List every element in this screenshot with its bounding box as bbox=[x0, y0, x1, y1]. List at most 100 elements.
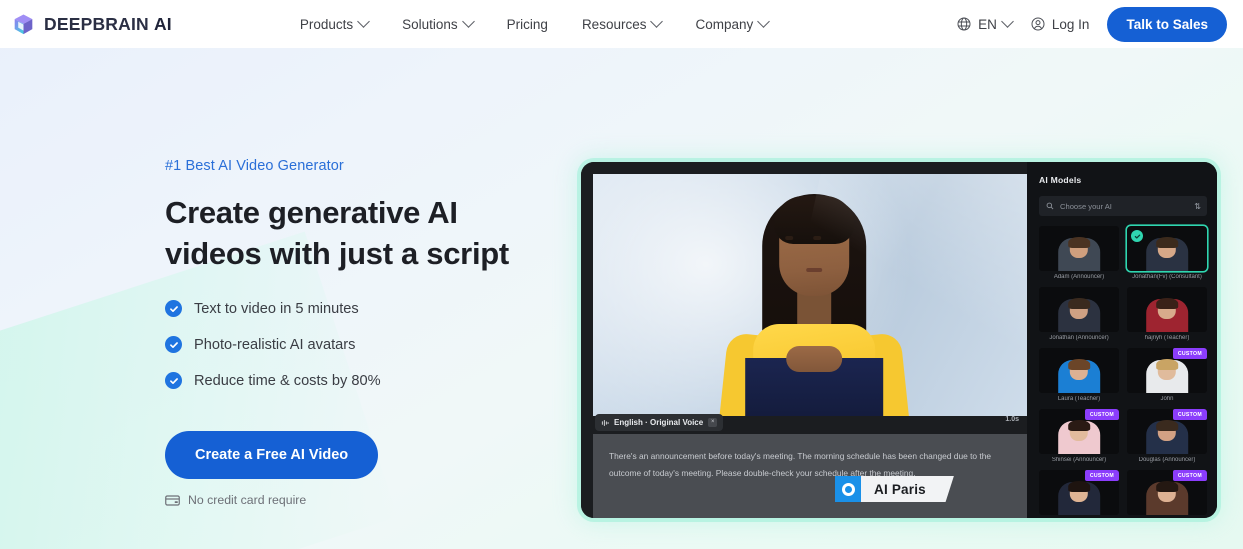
feature-label: Text to video in 5 minutes bbox=[194, 300, 359, 317]
model-name: Laura (Teacher) bbox=[1057, 396, 1101, 402]
sort-icon[interactable]: ⇅ bbox=[1194, 202, 1201, 211]
model-card[interactable]: CUSTOM Shinsei (Announcer) bbox=[1039, 409, 1119, 463]
product-preview-panel: English · Original Voice × 1.0s There's … bbox=[581, 162, 1217, 518]
create-free-ai-video-button[interactable]: Create a Free AI Video bbox=[165, 431, 379, 479]
nav-item-company[interactable]: Company bbox=[695, 14, 771, 32]
model-thumbnail: CUSTOM bbox=[1127, 470, 1207, 515]
chevron-down-icon bbox=[357, 14, 370, 28]
search-icon bbox=[1046, 202, 1054, 210]
model-name: Jonathan (Announcer) bbox=[1049, 335, 1109, 341]
model-thumbnail bbox=[1039, 287, 1119, 332]
nav-label: Resources bbox=[581, 16, 647, 32]
close-icon[interactable]: × bbox=[708, 418, 718, 427]
video-editor-main: English · Original Voice × 1.0s There's … bbox=[581, 162, 1027, 518]
hero-content: #1 Best AI Video Generator Create genera… bbox=[165, 158, 565, 507]
credit-card-icon bbox=[165, 494, 180, 506]
voice-selector-chip[interactable]: English · Original Voice × bbox=[595, 414, 724, 431]
watermark-badge: AI Paris bbox=[835, 476, 954, 502]
nav-item-solutions[interactable]: Solutions bbox=[402, 14, 475, 32]
paris-circle-logo-icon bbox=[835, 476, 861, 502]
feature-label: Reduce time & costs by 80% bbox=[194, 372, 381, 389]
login-label: Log In bbox=[1051, 16, 1090, 32]
talk-to-sales-button[interactable]: Talk to Sales bbox=[1107, 6, 1227, 42]
brand-logo[interactable]: DEEPBRAIN AI bbox=[12, 13, 172, 36]
nav-item-pricing[interactable]: Pricing bbox=[507, 17, 548, 32]
no-credit-card-label: No credit card require bbox=[188, 493, 307, 507]
model-search-placeholder: Choose your AI bbox=[1060, 201, 1112, 211]
model-name: Adam (Announcer) bbox=[1053, 274, 1105, 280]
language-selector[interactable]: EN bbox=[956, 14, 1014, 32]
headline-line-1: Create generative AI bbox=[165, 195, 458, 230]
nav-item-resources[interactable]: Resources bbox=[581, 14, 664, 32]
feature-label: Photo-realistic AI avatars bbox=[194, 336, 356, 353]
model-thumbnail: CUSTOM bbox=[1039, 470, 1119, 515]
model-search-field[interactable]: Choose your AI ⇅ bbox=[1039, 196, 1207, 216]
check-icon bbox=[165, 372, 182, 389]
ai-models-panel: AI Models Choose your AI ⇅ Adam (Announc… bbox=[1027, 162, 1217, 518]
model-card[interactable]: CUSTOM Douglas (Announcer) bbox=[1127, 409, 1207, 463]
list-item: Reduce time & costs by 80% bbox=[165, 372, 565, 389]
custom-badge: CUSTOM bbox=[1084, 470, 1119, 481]
model-thumbnail: CUSTOM bbox=[1127, 409, 1207, 454]
custom-badge: CUSTOM bbox=[1172, 348, 1207, 359]
model-thumbnail bbox=[1039, 348, 1119, 393]
model-card[interactable]: CUSTOM John bbox=[1127, 348, 1207, 402]
custom-badge: CUSTOM bbox=[1172, 409, 1207, 420]
model-thumbnail bbox=[1127, 226, 1207, 271]
model-card[interactable]: hajriyh (Teacher) bbox=[1127, 287, 1207, 341]
model-thumbnail: CUSTOM bbox=[1127, 348, 1207, 393]
hero-eyebrow: #1 Best AI Video Generator bbox=[165, 158, 344, 174]
brand-name-suffix: AI bbox=[153, 13, 172, 34]
brand-name: DEEPBRAIN AI bbox=[44, 14, 172, 35]
model-name: Jonathan(Fv) (Consultant) bbox=[1132, 274, 1202, 280]
no-credit-card-note: No credit card require bbox=[165, 493, 565, 507]
cube-logo-icon bbox=[14, 14, 33, 34]
model-grid: Adam (Announcer) Jonathan(Fv) (Consultan… bbox=[1039, 226, 1207, 518]
user-circle-icon bbox=[1031, 17, 1045, 31]
chevron-down-icon bbox=[650, 14, 664, 28]
site-header: DEEPBRAIN AI Products Solutions Pricing … bbox=[0, 0, 1243, 48]
model-name: Douglas (Announcer) bbox=[1138, 457, 1196, 463]
model-thumbnail bbox=[1039, 226, 1119, 271]
brand-name-primary: DEEPBRAIN bbox=[44, 13, 149, 34]
check-icon bbox=[165, 300, 182, 317]
model-card-selected[interactable]: Jonathan(Fv) (Consultant) bbox=[1127, 226, 1207, 280]
model-name: Shinsei (Announcer) bbox=[1051, 457, 1107, 463]
nav-label: Solutions bbox=[402, 16, 458, 32]
ai-avatar bbox=[709, 174, 919, 416]
custom-badge: CUSTOM bbox=[1084, 409, 1119, 420]
model-thumbnail: CUSTOM bbox=[1039, 409, 1119, 454]
feature-list: Text to video in 5 minutes Photo-realist… bbox=[165, 300, 565, 389]
voice-chip-label: English · Original Voice bbox=[614, 418, 704, 427]
selected-check-icon bbox=[1131, 230, 1143, 242]
nav-label: Products bbox=[299, 16, 354, 32]
globe-icon bbox=[957, 17, 971, 31]
list-item: Text to video in 5 minutes bbox=[165, 300, 565, 317]
login-link[interactable]: Log In bbox=[1030, 16, 1090, 32]
nav-label: Pricing bbox=[506, 16, 548, 32]
chevron-down-icon bbox=[757, 14, 771, 28]
voice-wave-icon bbox=[601, 419, 609, 426]
page-title: Create generative AI videos with just a … bbox=[165, 192, 565, 274]
model-card[interactable]: Adam (Announcer) bbox=[1039, 226, 1119, 280]
list-item: Photo-realistic AI avatars bbox=[165, 336, 565, 353]
model-name: hajriyh (Teacher) bbox=[1144, 335, 1190, 341]
video-stage bbox=[593, 174, 1027, 416]
header-actions: EN Log In Talk to Sales bbox=[956, 6, 1227, 42]
nav-item-products[interactable]: Products bbox=[299, 14, 370, 32]
model-card[interactable]: Jonathan (Announcer) bbox=[1039, 287, 1119, 341]
chevron-down-icon bbox=[461, 14, 475, 28]
model-card[interactable]: Laura (Teacher) bbox=[1039, 348, 1119, 402]
script-editor[interactable]: There's an announcement before today's m… bbox=[593, 434, 1027, 518]
custom-badge: CUSTOM bbox=[1172, 470, 1207, 481]
check-icon bbox=[165, 336, 182, 353]
model-name: John bbox=[1160, 396, 1174, 402]
watermark-label: AI Paris bbox=[874, 481, 926, 497]
model-card[interactable]: CUSTOM Mina (Announcer) bbox=[1039, 470, 1119, 518]
model-thumbnail bbox=[1127, 287, 1207, 332]
model-card[interactable]: CUSTOM Yuna (Teacher) bbox=[1127, 470, 1207, 518]
timecode-label: 1.0s bbox=[1005, 416, 1019, 423]
nav-label: Company bbox=[695, 16, 754, 32]
main-navigation: Products Solutions Pricing Resources Com… bbox=[299, 14, 771, 32]
headline-line-2: videos with just a script bbox=[165, 236, 509, 271]
